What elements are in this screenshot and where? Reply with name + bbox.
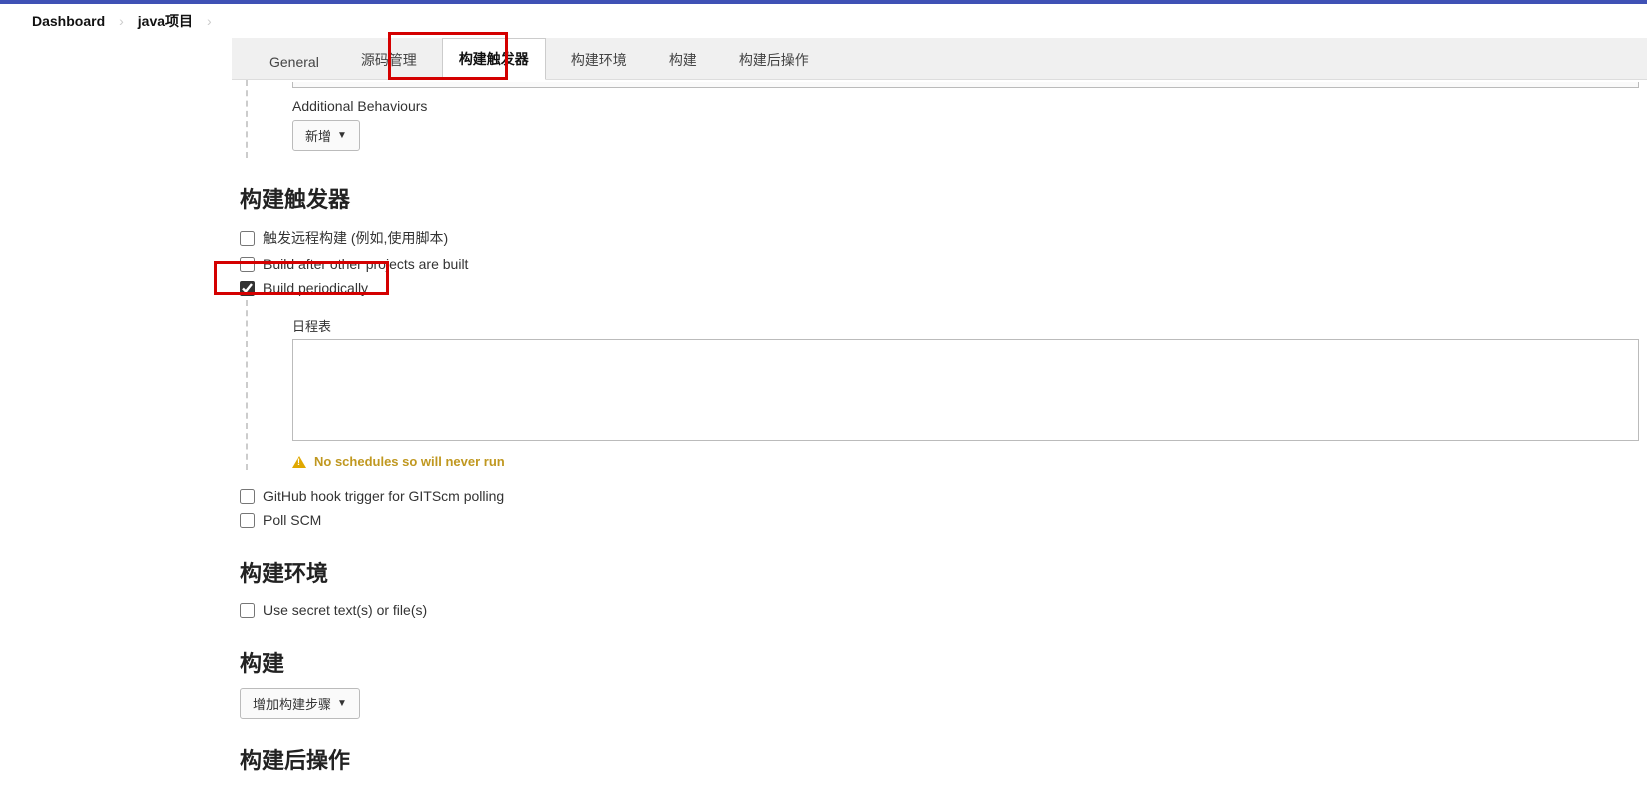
additional-behaviours-label: Additional Behaviours xyxy=(292,98,1639,114)
breadcrumb: Dashboard › java项目 › xyxy=(0,4,1647,38)
trigger-after-other-label: Build after other projects are built xyxy=(263,256,468,272)
main-content: General 源码管理 构建触发器 构建环境 构建 构建后操作 Additio… xyxy=(232,38,1647,805)
add-build-step-label: 增加构建步骤 xyxy=(253,694,331,713)
trigger-after-other-row: Build after other projects are built xyxy=(240,252,1647,276)
add-behaviour-label: 新增 xyxy=(305,126,331,145)
trigger-remote-label: 触发远程构建 (例如,使用脚本) xyxy=(263,228,448,248)
schedule-label: 日程表 xyxy=(292,316,1639,335)
caret-down-icon: ▼ xyxy=(337,698,347,709)
section-indent-bar xyxy=(246,300,256,470)
left-sidebar xyxy=(0,38,232,805)
tab-build[interactable]: 构建 xyxy=(652,39,714,80)
schedule-textarea[interactable] xyxy=(292,339,1639,441)
post-build-heading: 构建后操作 xyxy=(240,743,1647,775)
build-heading: 构建 xyxy=(240,646,1647,678)
trigger-periodically-label: Build periodically xyxy=(263,280,368,296)
trigger-poll-scm-row: Poll SCM xyxy=(240,508,1647,532)
add-behaviour-button[interactable]: 新增 ▼ xyxy=(292,120,360,151)
trigger-github-hook-row: GitHub hook trigger for GITScm polling xyxy=(240,484,1647,508)
tab-build-environment[interactable]: 构建环境 xyxy=(554,39,644,80)
schedule-warning: No schedules so will never run xyxy=(292,454,1639,469)
env-secret-label: Use secret text(s) or file(s) xyxy=(263,602,427,618)
config-tabs: General 源码管理 构建触发器 构建环境 构建 构建后操作 xyxy=(232,38,1647,80)
trigger-periodically-checkbox[interactable] xyxy=(240,281,255,296)
tab-post-build[interactable]: 构建后操作 xyxy=(722,39,826,80)
tab-build-triggers[interactable]: 构建触发器 xyxy=(442,38,546,80)
schedule-warning-text: No schedules so will never run xyxy=(314,454,505,469)
build-triggers-heading: 构建触发器 xyxy=(240,182,1647,214)
trigger-remote-checkbox[interactable] xyxy=(240,231,255,246)
build-environment-heading: 构建环境 xyxy=(240,556,1647,588)
truncated-field xyxy=(292,82,1639,88)
trigger-github-hook-checkbox[interactable] xyxy=(240,489,255,504)
breadcrumb-dashboard[interactable]: Dashboard xyxy=(24,13,113,29)
add-build-step-button[interactable]: 增加构建步骤 ▼ xyxy=(240,688,360,719)
warning-icon xyxy=(292,456,306,468)
breadcrumb-separator-icon: › xyxy=(207,13,212,29)
section-indent-bar xyxy=(246,80,256,158)
tab-general[interactable]: General xyxy=(252,43,336,80)
trigger-after-other-checkbox[interactable] xyxy=(240,257,255,272)
tab-scm[interactable]: 源码管理 xyxy=(344,39,434,80)
trigger-github-hook-label: GitHub hook trigger for GITScm polling xyxy=(263,488,504,504)
env-secret-checkbox[interactable] xyxy=(240,603,255,618)
caret-down-icon: ▼ xyxy=(337,130,347,141)
trigger-poll-scm-label: Poll SCM xyxy=(263,512,321,528)
breadcrumb-project[interactable]: java项目 xyxy=(130,11,201,31)
env-secret-row: Use secret text(s) or file(s) xyxy=(240,598,1647,622)
breadcrumb-separator-icon: › xyxy=(119,13,124,29)
trigger-poll-scm-checkbox[interactable] xyxy=(240,513,255,528)
trigger-periodically-row: Build periodically xyxy=(240,276,1647,300)
trigger-remote-row: 触发远程构建 (例如,使用脚本) xyxy=(240,224,1647,252)
